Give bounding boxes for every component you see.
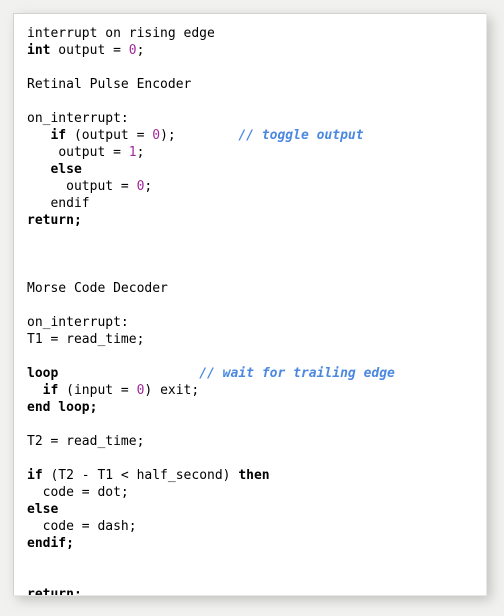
page-root: interrupt on rising edge int output = 0; … (0, 0, 504, 616)
code-text: ; (144, 179, 153, 194)
code-text: on_interrupt: (27, 111, 129, 126)
number-literal: 0 (152, 128, 161, 143)
code-line: loop // wait for trailing edge (27, 365, 486, 382)
section-heading: Retinal Pulse Encoder (27, 77, 192, 92)
code-comment: // toggle output (238, 128, 364, 143)
keyword: end loop; (27, 400, 98, 415)
code-line: T2 = read_time; (27, 433, 486, 450)
code-text: (T2 - T1 < half_second) (42, 468, 239, 483)
keyword: int (27, 43, 51, 58)
code-line: if (output = 0); // toggle output (27, 127, 486, 144)
keyword: if (50, 128, 67, 143)
code-line: interrupt on rising edge (27, 25, 486, 42)
code-text: output = (66, 179, 137, 194)
keyword: then (238, 468, 270, 483)
code-text: endif (50, 196, 90, 211)
code-line: end loop; (27, 399, 486, 416)
code-line: output = 1; (27, 144, 486, 161)
code-listing-panel: interrupt on rising edge int output = 0; … (13, 13, 487, 596)
code-text: output = (58, 145, 129, 160)
keyword: return; (27, 587, 82, 596)
code-text: T1 = read_time; (27, 332, 145, 347)
code-line: Retinal Pulse Encoder (27, 76, 486, 93)
code-text: on_interrupt: (27, 315, 129, 330)
code-text: ; (136, 145, 145, 160)
code-line: code = dot; (27, 484, 486, 501)
code-line: output = 0; (27, 178, 486, 195)
number-literal: 1 (128, 145, 137, 160)
code-line: if (T2 - T1 < half_second) then (27, 467, 486, 484)
code-text: ; (136, 43, 145, 58)
code-line: code = dash; (27, 518, 486, 535)
code-text: (input = (58, 383, 137, 398)
code-line: T1 = read_time; (27, 331, 486, 348)
code-text: code = dot; (42, 485, 129, 500)
code-comment: // wait for trailing edge (199, 366, 395, 381)
code-line: return; (27, 212, 486, 229)
code-line: if (input = 0) exit; (27, 382, 486, 399)
code-text: ); (160, 128, 176, 143)
code-line: return; (27, 586, 486, 596)
code-text: T2 = read_time; (27, 434, 145, 449)
code-line: endif (27, 195, 486, 212)
code-text: code = dash; (42, 519, 137, 534)
code-line: on_interrupt: (27, 110, 486, 127)
code-line: Morse Code Decoder (27, 280, 486, 297)
code-line: endif; (27, 535, 486, 552)
keyword: else (50, 162, 82, 177)
keyword: endif; (27, 536, 74, 551)
code-text: (output = (66, 128, 153, 143)
code-text: output = (50, 43, 129, 58)
code-text: interrupt on rising edge (27, 26, 215, 41)
code-line: else (27, 161, 486, 178)
code-line: on_interrupt: (27, 314, 486, 331)
code-text: ) exit; (144, 383, 200, 398)
keyword: if (42, 383, 59, 398)
code-listing[interactable]: interrupt on rising edge int output = 0; … (14, 14, 486, 596)
code-line: else (27, 501, 486, 518)
section-heading: Morse Code Decoder (27, 281, 168, 296)
keyword: return; (27, 213, 82, 228)
keyword: else (27, 502, 59, 517)
number-literal: 0 (128, 43, 137, 58)
code-line: int output = 0; (27, 42, 486, 59)
keyword: if (27, 468, 43, 483)
keyword: loop (27, 366, 59, 381)
